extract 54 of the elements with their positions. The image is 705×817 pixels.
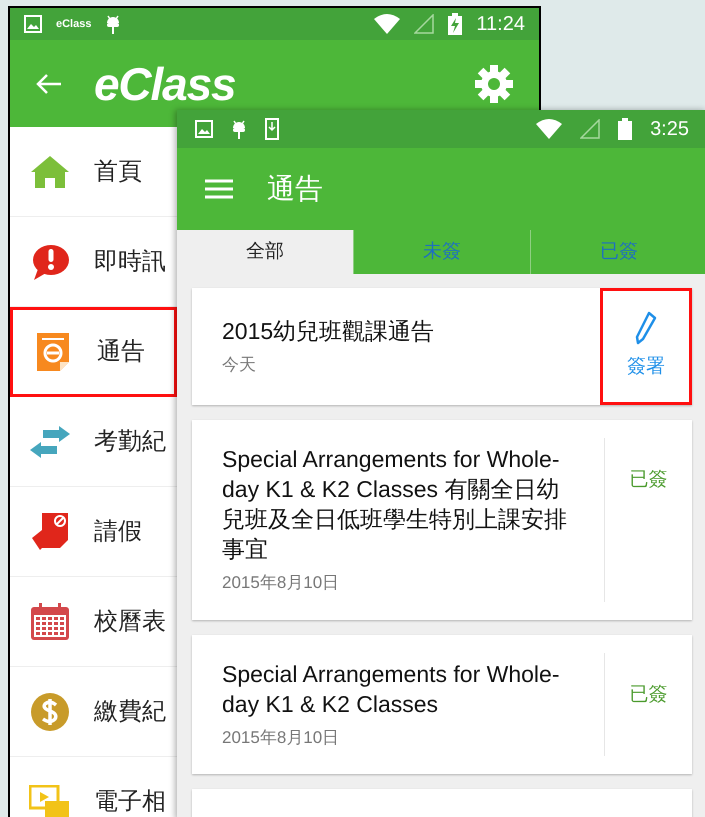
android-icon — [105, 13, 122, 35]
notice-date: 2015年8月10日 — [222, 572, 340, 594]
back-arrow-icon[interactable] — [36, 72, 62, 94]
image-icon — [195, 120, 213, 138]
screen-title: 通告 — [267, 172, 323, 206]
menu-item[interactable]: 繳費紀 — [10, 667, 177, 757]
menu-icon[interactable] — [205, 179, 233, 199]
battery-icon — [448, 13, 462, 35]
wifi-icon — [374, 14, 400, 34]
calendar-icon — [30, 602, 70, 640]
notice-card[interactable]: Special Arrangements for Whole-day K1 & K2 Classes 有關全日幼兒班及全日低班學生特別上課安排事宜 2015年8月10日 已簽 — [192, 420, 692, 620]
image-icon — [24, 15, 42, 33]
app-label: eClass — [56, 16, 92, 32]
signed-status: 已簽 — [630, 468, 668, 492]
wifi-icon — [536, 119, 562, 139]
menu-item[interactable]: 通告 — [10, 307, 177, 397]
settings-icon[interactable] — [475, 64, 513, 102]
menu-label: 請假 — [94, 516, 142, 546]
battery-icon — [618, 118, 632, 140]
leave-form-icon — [30, 512, 70, 552]
swap-arrows-icon — [29, 426, 71, 458]
photo-album-icon — [29, 784, 71, 817]
pen-icon — [635, 311, 657, 346]
notice-date: 2015年8月10日 — [222, 726, 340, 748]
menu-item[interactable]: 首頁 — [10, 127, 177, 217]
home-icon — [29, 154, 71, 190]
status-time: 3:25 — [650, 117, 689, 142]
signal-icon — [414, 14, 434, 34]
notice-title: 2015幼兒班觀課通告 — [222, 316, 436, 346]
menu-label: 通告 — [97, 337, 145, 367]
app-logo: eClass — [94, 60, 236, 106]
status-time: 11:24 — [476, 12, 525, 37]
signed-status: 已簽 — [630, 682, 668, 706]
dollar-coin-icon — [30, 692, 70, 732]
menu-label: 考勤紀 — [94, 426, 166, 456]
android-icon — [231, 118, 247, 140]
download-icon — [265, 118, 279, 140]
menu-label: 校曆表 — [94, 606, 166, 636]
alert-bubble-icon — [30, 242, 70, 280]
notice-card[interactable]: 2015幼兒班觀課通告 今天 簽署 — [192, 288, 692, 405]
menu-item[interactable]: 電子相 — [10, 757, 177, 817]
notice-card[interactable]: Special Arrangements for Whole-day K1 & K2 Classes 2015年8月10日 已簽 — [192, 634, 692, 774]
menu-item[interactable]: 即時訊 — [10, 217, 177, 307]
menu-label: 繳費紀 — [94, 696, 166, 726]
menu-item[interactable]: 校曆表 — [10, 577, 177, 667]
menu-label: 電子相 — [94, 786, 166, 816]
menu-label: 即時訊 — [94, 246, 166, 276]
notice-title: Special Arrangements for Whole-day K1 & K2 Classes — [222, 660, 560, 718]
signal-icon — [580, 119, 600, 139]
notice-icon — [36, 332, 70, 372]
notice-date: 今天 — [222, 354, 257, 376]
notice-title: Special Arrangements for Whole-day K1 & K2 Classes 有關全日幼兒班及全日低班學生特別上課安排事宜 — [222, 445, 567, 564]
menu-item[interactable]: 請假 — [10, 487, 177, 577]
menu-label: 首頁 — [94, 156, 142, 186]
